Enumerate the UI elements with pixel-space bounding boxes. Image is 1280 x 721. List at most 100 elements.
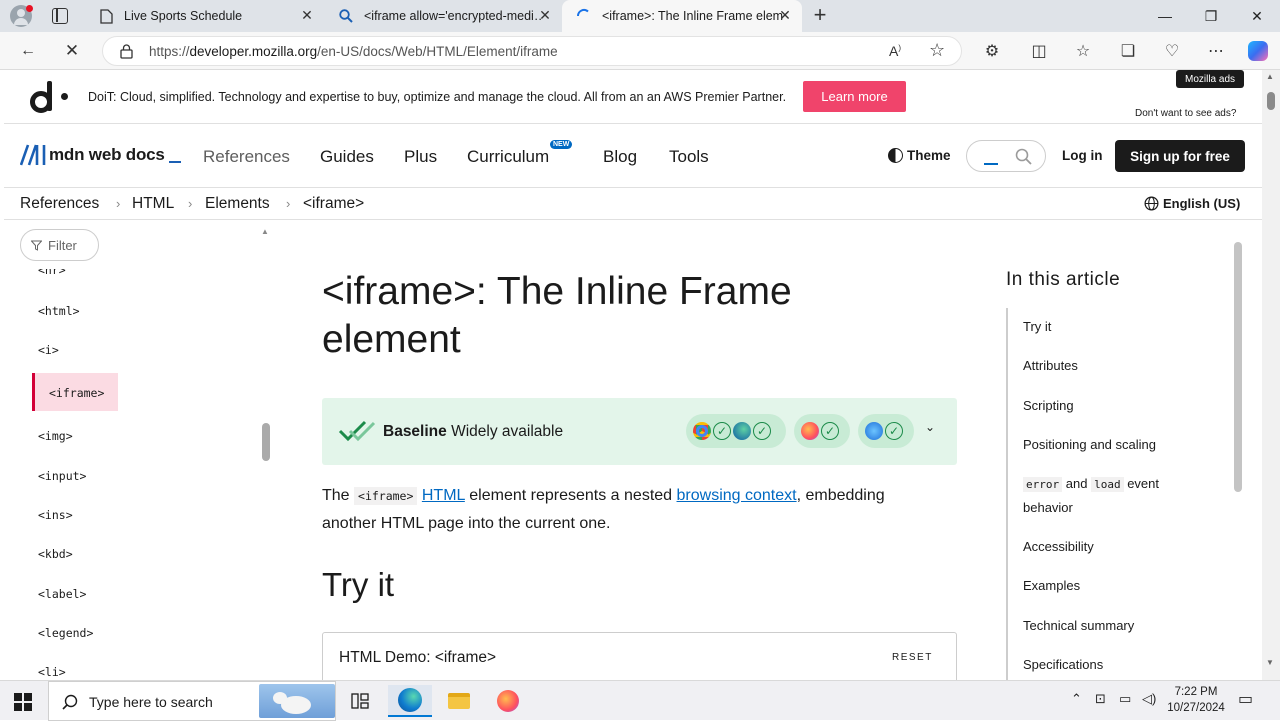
chevron-up-icon[interactable]: ⌃: [1071, 691, 1082, 707]
nav-tools[interactable]: Tools: [669, 147, 709, 167]
notifications-icon[interactable]: ▭: [1238, 689, 1253, 709]
learn-more-button[interactable]: Learn more: [803, 81, 906, 112]
login-link[interactable]: Log in: [1062, 148, 1103, 163]
file-explorer-icon[interactable]: [437, 685, 481, 717]
toc-item-scripting[interactable]: Scripting: [1023, 394, 1074, 418]
close-icon[interactable]: ✕: [538, 8, 552, 22]
sidebar-item-legend[interactable]: <legend>: [38, 626, 93, 640]
signup-button[interactable]: Sign up for free: [1115, 140, 1245, 172]
mozilla-ads-tag[interactable]: Mozilla ads: [1176, 70, 1244, 88]
sidebar-scrollbar[interactable]: [262, 423, 270, 461]
taskbar-clock[interactable]: 7:22 PM 10/27/2024: [1166, 684, 1226, 716]
extensions-icon[interactable]: ⚙: [980, 40, 1004, 62]
start-button[interactable]: [14, 693, 32, 711]
network-icon[interactable]: ⊡: [1095, 691, 1106, 707]
page-title: <iframe>: The Inline Frame element: [322, 270, 792, 361]
sidebar-item-input[interactable]: <input>: [38, 469, 86, 483]
sidebar-item-li[interactable]: <li>: [38, 665, 66, 679]
theme-label: Theme: [907, 148, 951, 163]
sidebar-item-img[interactable]: <img>: [38, 429, 73, 443]
sidebar-item-i[interactable]: <i>: [38, 343, 59, 357]
theme-button[interactable]: Theme: [888, 148, 951, 163]
toc-item-attributes[interactable]: Attributes: [1023, 354, 1078, 378]
lock-icon[interactable]: [120, 44, 133, 64]
tab-iframe-search[interactable]: <iframe allow='encrypted-medi… ✕: [324, 0, 562, 32]
new-tab-button[interactable]: +: [808, 4, 832, 28]
nav-guides[interactable]: Guides: [320, 147, 374, 167]
tab-live-sports[interactable]: Live Sports Schedule ✕: [84, 0, 324, 32]
language-label: English (US): [1163, 196, 1241, 211]
taskbar-search-box[interactable]: Type here to search: [48, 681, 336, 721]
tab-iframe-mdn[interactable]: <iframe>: The Inline Frame elem… ✕: [562, 0, 802, 32]
chevron-down-icon[interactable]: ⌄: [925, 420, 935, 434]
toc-item-error-load[interactable]: error and load event: [1023, 472, 1159, 497]
toc-item-try-it[interactable]: Try it: [1023, 315, 1051, 339]
favorites-icon[interactable]: ☆: [1071, 40, 1095, 62]
browsing-context-link[interactable]: browsing context: [677, 487, 797, 504]
sidebar-item-label[interactable]: <label>: [38, 587, 86, 601]
nav-blog[interactable]: Blog: [603, 147, 637, 167]
doit-logo-icon[interactable]: [30, 81, 70, 115]
reset-button[interactable]: RESET: [892, 652, 933, 663]
volume-icon[interactable]: ◁): [1142, 691, 1156, 707]
sidebar-filter-input[interactable]: Filter: [20, 229, 99, 261]
search-icon[interactable]: [1015, 148, 1032, 165]
wired-network-icon[interactable]: ▭: [1119, 691, 1131, 707]
firefox-taskbar-icon[interactable]: [486, 685, 530, 717]
browser-essentials-icon[interactable]: ♡: [1160, 40, 1184, 62]
sidebar-item-kbd[interactable]: <kbd>: [38, 547, 73, 561]
sidebar-item-ins[interactable]: <ins>: [38, 508, 73, 522]
toc-scrollbar[interactable]: [1234, 242, 1242, 492]
address-bar[interactable]: https://developer.mozilla.org/en-US/docs…: [102, 36, 962, 66]
minimize-button[interactable]: —: [1142, 0, 1188, 32]
breadcrumb-html[interactable]: HTML: [132, 195, 174, 213]
url-path: /en-US/docs/Web/HTML/Element/iframe: [317, 44, 558, 59]
sidebar-item-html[interactable]: <html>: [38, 304, 80, 318]
more-menu-icon[interactable]: ⋯: [1204, 40, 1228, 62]
restore-button[interactable]: ❐: [1188, 0, 1234, 32]
nav-references[interactable]: References: [203, 147, 290, 167]
breadcrumb-iframe[interactable]: <iframe>: [303, 195, 364, 213]
mdn-logo[interactable]: mdn web docs: [20, 144, 181, 166]
toc-item-accessibility[interactable]: Accessibility: [1023, 535, 1094, 559]
language-selector[interactable]: English (US): [1144, 196, 1240, 211]
edge-taskbar-icon[interactable]: [388, 685, 432, 717]
site-search-input[interactable]: [966, 140, 1046, 172]
sidebar-item-hr[interactable]: <hr>: [38, 269, 66, 277]
sidebar-scroll-up-icon[interactable]: ▲: [261, 227, 269, 236]
baseline-banner[interactable]: Baseline Widely available ✓ ✓ ✓ ✓ ⌄: [322, 398, 957, 465]
nav-curriculum[interactable]: Curriculum: [467, 147, 549, 167]
split-screen-icon[interactable]: ◫: [1027, 40, 1051, 62]
close-icon[interactable]: ✕: [778, 8, 792, 22]
scroll-down-icon[interactable]: ▼: [1266, 658, 1274, 667]
toc-item-specifications[interactable]: Specifications: [1023, 653, 1103, 677]
close-icon[interactable]: ✕: [300, 8, 314, 22]
toc-item-positioning[interactable]: Positioning and scaling: [1023, 433, 1156, 457]
collections-icon[interactable]: ❏: [1116, 40, 1140, 62]
toc-item-behavior[interactable]: behavior: [1023, 496, 1073, 520]
nav-plus[interactable]: Plus: [404, 147, 437, 167]
toc-item-examples[interactable]: Examples: [1023, 574, 1080, 598]
ad-text[interactable]: DoiT: Cloud, simplified. Technology and …: [88, 90, 786, 104]
task-view-icon[interactable]: [338, 685, 382, 717]
stop-loading-icon[interactable]: ✕: [60, 40, 84, 62]
page-scrollbar[interactable]: ▲ ▼: [1262, 70, 1280, 680]
back-icon[interactable]: ←: [16, 40, 40, 62]
favorite-star-icon[interactable]: ☆: [929, 40, 945, 61]
toc-title: In this article: [1006, 269, 1121, 290]
read-aloud-icon[interactable]: A): [889, 43, 901, 59]
breadcrumb-elements[interactable]: Elements: [205, 195, 270, 213]
no-ads-link[interactable]: Don't want to see ads?: [1135, 108, 1236, 119]
tab-actions-icon[interactable]: [52, 8, 68, 24]
html-link[interactable]: HTML: [422, 487, 465, 504]
search-highlight-image: [259, 684, 335, 718]
demo-title: HTML Demo: <iframe>: [339, 649, 497, 666]
copilot-icon[interactable]: [1246, 40, 1270, 62]
close-window-button[interactable]: ✕: [1234, 0, 1280, 32]
profile-icon[interactable]: [10, 5, 33, 27]
scroll-thumb[interactable]: [1267, 92, 1275, 110]
sidebar-item-iframe[interactable]: <iframe>: [49, 386, 104, 400]
scroll-up-icon[interactable]: ▲: [1266, 72, 1274, 81]
breadcrumb-references[interactable]: References: [20, 195, 99, 213]
toc-item-technical-summary[interactable]: Technical summary: [1023, 614, 1134, 638]
